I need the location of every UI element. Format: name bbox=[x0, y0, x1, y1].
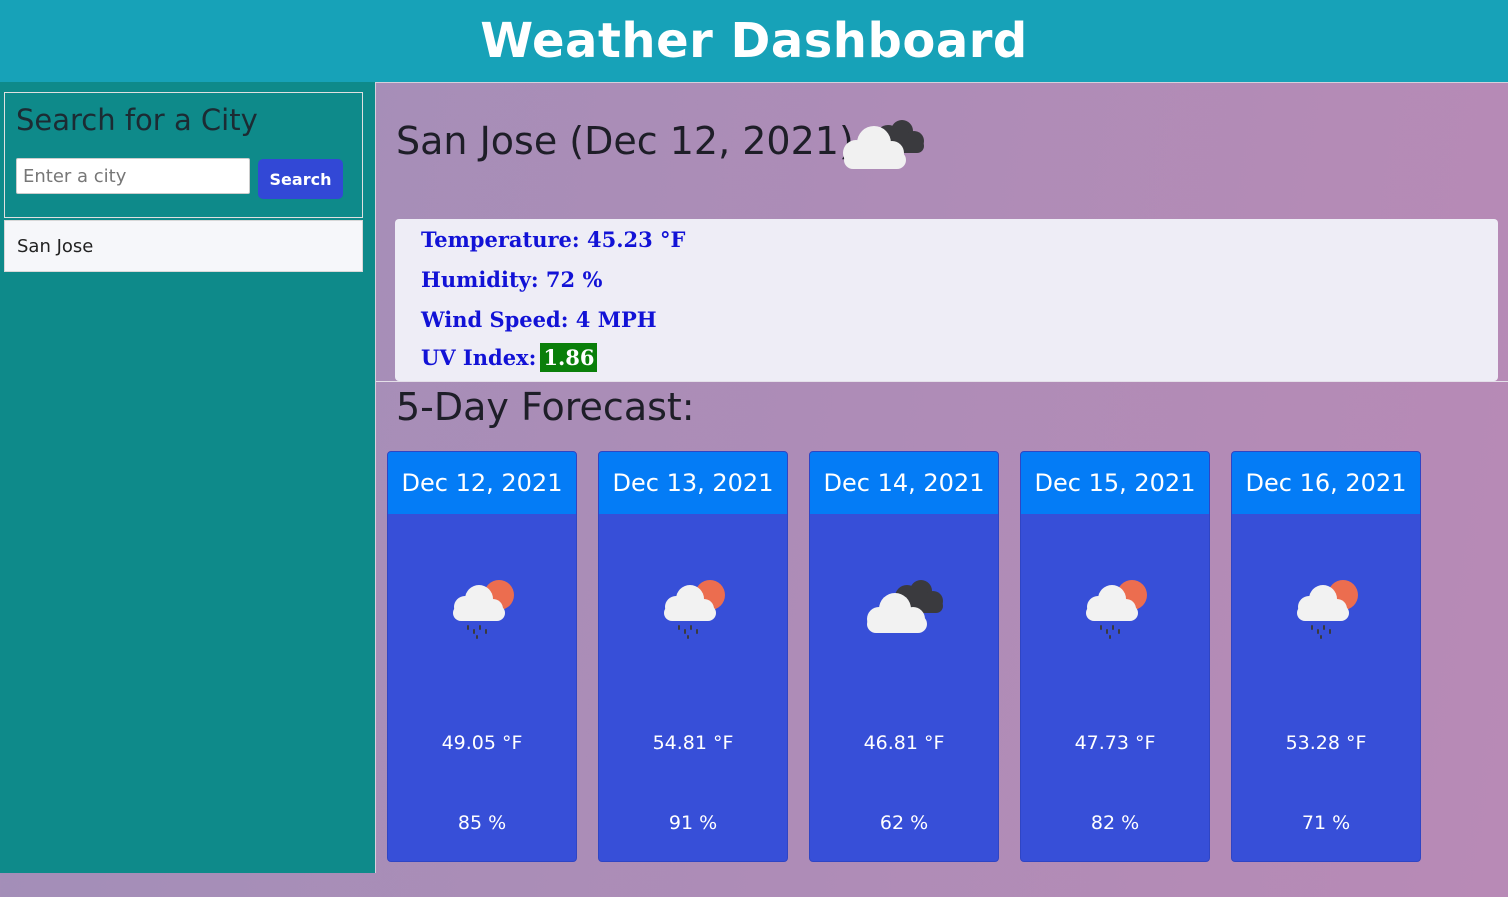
search-panel: Search for a City Search bbox=[4, 92, 363, 218]
forecast-card: Dec 12, 2021 49.05 °F 85 % bbox=[387, 451, 577, 862]
forecast-humidity: 85 % bbox=[457, 812, 507, 834]
forecast-date: Dec 12, 2021 bbox=[388, 452, 576, 514]
forecast-temp: 54.81 °F bbox=[652, 732, 734, 754]
forecast-date: Dec 13, 2021 bbox=[599, 452, 787, 514]
main-content: San Jose (Dec 12, 2021) Temperature: 45.… bbox=[375, 82, 1508, 873]
uv-index-badge: 1.86 bbox=[540, 343, 598, 372]
search-title: Search for a City bbox=[16, 103, 258, 137]
forecast-card: Dec 13, 2021 54.81 °F 91 % bbox=[598, 451, 788, 862]
forecast-temp: 49.05 °F bbox=[441, 732, 523, 754]
forecast-humidity: 71 % bbox=[1301, 812, 1351, 834]
forecast-card: Dec 16, 2021 53.28 °F 71 % bbox=[1231, 451, 1421, 862]
clouds-icon bbox=[867, 580, 943, 633]
forecast-humidity: 91 % bbox=[668, 812, 718, 834]
forecast-temp: 53.28 °F bbox=[1285, 732, 1367, 754]
humidity-text: Humidity: 72 % bbox=[421, 267, 603, 292]
clouds-icon bbox=[843, 120, 924, 169]
forecast-date: Dec 16, 2021 bbox=[1232, 452, 1420, 514]
forecast-temp: 47.73 °F bbox=[1074, 732, 1156, 754]
forecast-humidity: 82 % bbox=[1090, 812, 1140, 834]
wind-speed-text: Wind Speed: 4 MPH bbox=[421, 307, 657, 332]
city-search-input[interactable] bbox=[16, 158, 250, 194]
forecast-temp: 46.81 °F bbox=[863, 732, 945, 754]
forecast-card: Dec 14, 2021 46.81 °F 62 % bbox=[809, 451, 999, 862]
history-item-san-jose[interactable]: San Jose bbox=[4, 220, 363, 272]
uv-index-label: UV Index: bbox=[421, 345, 537, 370]
search-button[interactable]: Search bbox=[258, 159, 343, 199]
sidebar: Search for a City Search San Jose bbox=[0, 82, 375, 873]
rain-sun-icon bbox=[1086, 580, 1147, 639]
forecast-date: Dec 14, 2021 bbox=[810, 452, 998, 514]
rain-sun-icon bbox=[1297, 580, 1358, 639]
current-city-title: San Jose (Dec 12, 2021) bbox=[396, 119, 854, 163]
page-title: Weather Dashboard bbox=[480, 13, 1028, 69]
forecast-date: Dec 15, 2021 bbox=[1021, 452, 1209, 514]
rain-sun-icon bbox=[453, 580, 514, 639]
page-header: Weather Dashboard bbox=[0, 0, 1508, 82]
section-divider bbox=[376, 381, 1508, 382]
uv-index-row: UV Index: 1.86 bbox=[421, 343, 598, 372]
forecast-humidity: 62 % bbox=[879, 812, 929, 834]
forecast-card: Dec 15, 2021 47.73 °F 82 % bbox=[1020, 451, 1210, 862]
temperature-text: Temperature: 45.23 °F bbox=[421, 227, 686, 252]
current-conditions-panel: Temperature: 45.23 °F Humidity: 72 % Win… bbox=[395, 219, 1498, 381]
forecast-title: 5-Day Forecast: bbox=[396, 385, 695, 429]
rain-sun-icon bbox=[664, 580, 725, 639]
